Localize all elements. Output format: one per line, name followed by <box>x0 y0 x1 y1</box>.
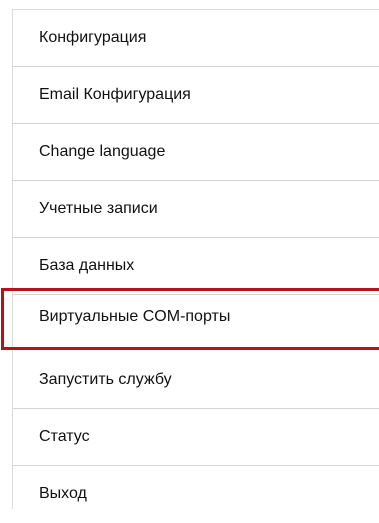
settings-menu: Конфигурация Email Конфигурация Change l… <box>1 9 379 509</box>
menu-item-status[interactable]: Статус <box>13 409 379 466</box>
menu-item-database[interactable]: База данных <box>13 238 379 295</box>
menu-item-configuration[interactable]: Конфигурация <box>13 10 379 67</box>
menu-item-label: Выход <box>39 485 87 502</box>
menu-item-label: Виртуальные COM-порты <box>39 308 231 325</box>
menu-item-exit[interactable]: Выход <box>13 466 379 523</box>
menu-item-label: Email Конфигурация <box>39 86 191 103</box>
menu-item-label: Учетные записи <box>39 200 158 217</box>
menu-item-virtual-com-ports[interactable]: Виртуальные COM-порты <box>1 288 379 350</box>
menu-item-accounts[interactable]: Учетные записи <box>13 181 379 238</box>
menu-item-label: Запустить службу <box>39 371 172 388</box>
menu-item-label: База данных <box>39 257 135 274</box>
menu-item-label: Статус <box>39 428 90 445</box>
menu-item-label: Конфигурация <box>39 29 147 46</box>
menu-item-start-service[interactable]: Запустить службу <box>13 352 379 409</box>
menu-item-label: Change language <box>39 143 166 160</box>
menu-item-change-language[interactable]: Change language <box>13 124 379 181</box>
menu-item-email-configuration[interactable]: Email Конфигурация <box>13 67 379 124</box>
